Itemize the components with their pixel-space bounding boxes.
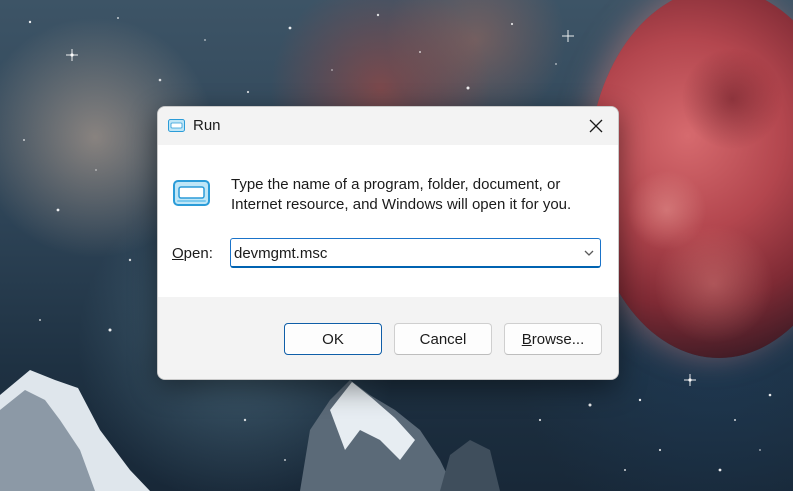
dialog-description: Type the name of a program, folder, docu… [231,176,572,213]
window-title: Run [193,117,221,134]
open-label-text: pen: [183,245,213,262]
run-app-icon [168,119,185,132]
open-label-accelerator: O [172,245,184,262]
title-bar[interactable]: Run [158,107,618,145]
open-input[interactable] [234,242,574,264]
dialog-body: Type the name of a program, folder, docu… [158,145,618,297]
close-icon [589,119,603,133]
run-app-icon [173,180,210,206]
ok-button[interactable]: OK [284,323,382,355]
open-combobox[interactable] [230,238,601,268]
cancel-button[interactable]: Cancel [394,323,492,355]
browse-button[interactable]: Browse... [504,323,602,355]
open-label: Open: [172,245,213,262]
run-dialog: Run Type the name of a program, folder, … [157,106,619,380]
close-button[interactable] [580,111,612,141]
dialog-footer: OK Cancel Browse... [158,297,618,379]
browse-accelerator: B [521,330,532,348]
browse-label: rowse... [531,330,585,348]
chevron-down-icon[interactable] [581,245,597,261]
desktop-wallpaper: Run Type the name of a program, folder, … [0,0,793,491]
